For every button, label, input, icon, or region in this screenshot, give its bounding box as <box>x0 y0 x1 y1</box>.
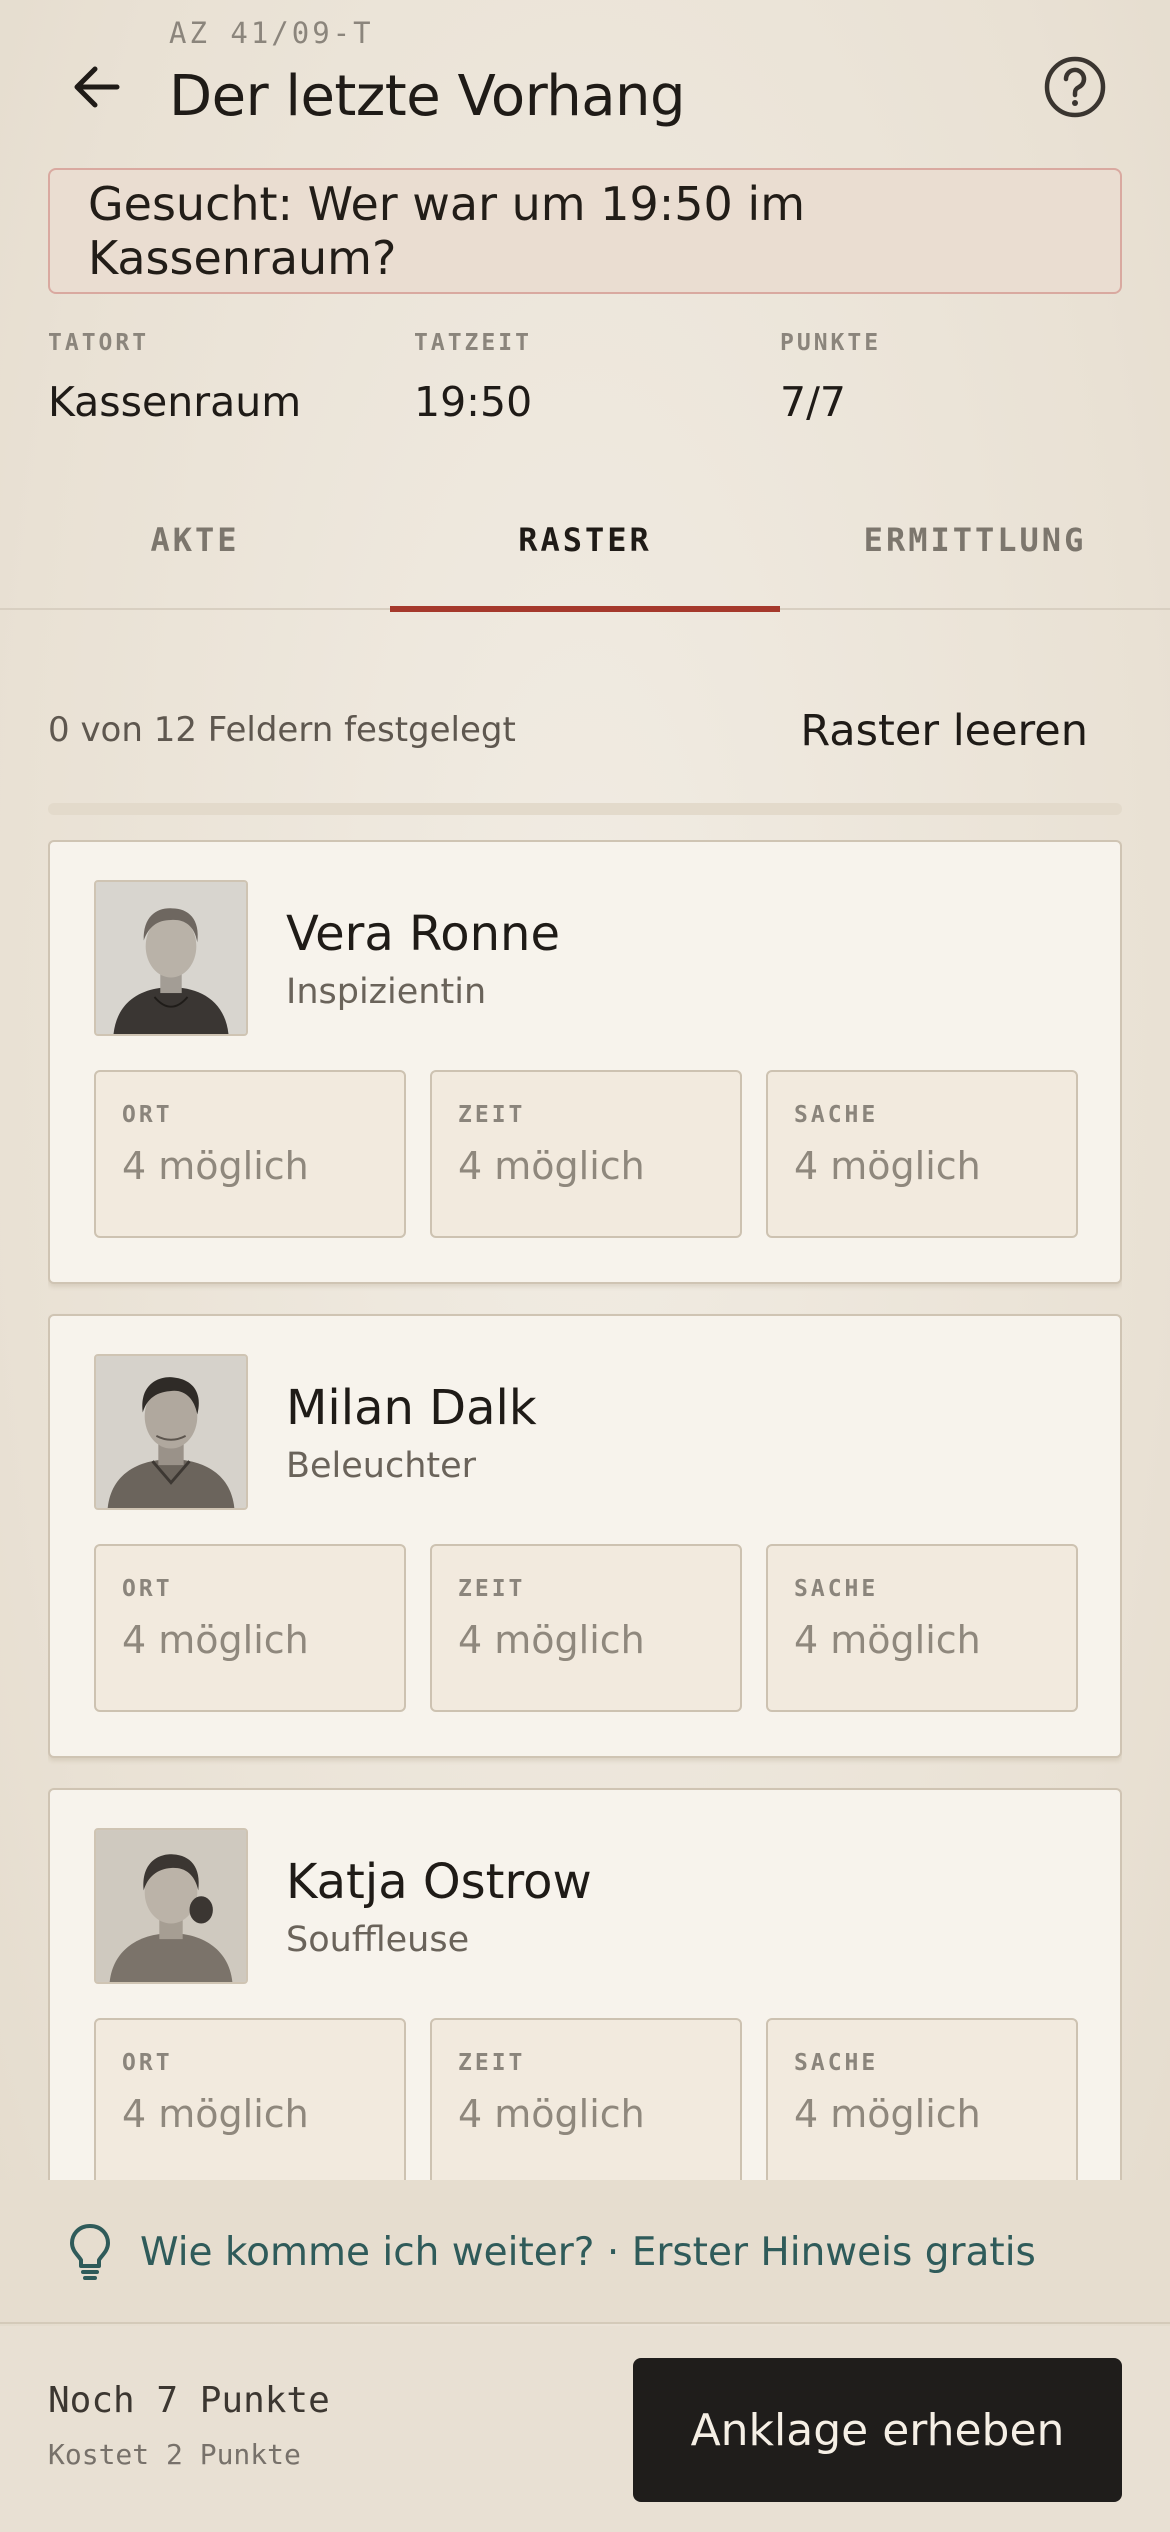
suspect-role: Souffleuse <box>286 1920 470 1960</box>
field-label: SACHE <box>794 2050 879 2076</box>
field-label: SACHE <box>794 1576 879 1602</box>
field-ort[interactable]: ORT 4 möglich <box>94 1070 406 1238</box>
field-label: ZEIT <box>458 2050 526 2076</box>
field-ort[interactable]: ORT 4 möglich <box>94 1544 406 1712</box>
field-value: 4 möglich <box>458 2092 645 2136</box>
field-label: ORT <box>122 2050 173 2076</box>
stat-label: PUNKTE <box>780 330 882 356</box>
field-value: 4 möglich <box>794 2092 981 2136</box>
field-zeit[interactable]: ZEIT 4 möglich <box>430 1070 742 1238</box>
field-value: 4 möglich <box>794 1144 981 1188</box>
suspect-card[interactable]: Milan Dalk Beleuchter ORT 4 möglich ZEIT… <box>48 1314 1122 1758</box>
wanted-text: Gesucht: Wer war um 19:50 im Kassenraum? <box>88 177 805 285</box>
field-label: SACHE <box>794 1102 879 1128</box>
hint-bar[interactable]: Wie komme ich weiter? · Erster Hinweis g… <box>0 2180 1170 2324</box>
stat-value: 7/7 <box>780 378 846 426</box>
stat-value: Kassenraum <box>48 378 302 426</box>
question-circle-icon <box>1044 56 1106 118</box>
hint-text[interactable]: Wie komme ich weiter? · Erster Hinweis g… <box>140 2230 1036 2275</box>
accusation-cost: Kostet 2 Punkte <box>48 2438 301 2471</box>
field-sache[interactable]: SACHE 4 möglich <box>766 2018 1078 2180</box>
field-label: ZEIT <box>458 1576 526 1602</box>
help-button[interactable] <box>1040 52 1110 122</box>
tab-bar: AKTE RASTER ERMITTLUNG <box>0 470 1170 612</box>
case-stats: TATORT Kassenraum TATZEIT 19:50 PUNKTE 7… <box>48 330 1122 440</box>
grid-progress-text: 0 von 12 Feldern festgelegt <box>48 710 516 750</box>
lightbulb-icon <box>70 2224 110 2280</box>
field-value: 4 möglich <box>458 1144 645 1188</box>
accuse-button[interactable]: Anklage erheben <box>633 2358 1122 2502</box>
field-label: ORT <box>122 1102 173 1128</box>
field-value: 4 möglich <box>122 2092 309 2136</box>
field-value: 4 möglich <box>458 1618 645 1662</box>
suspect-role: Inspizientin <box>286 972 487 1012</box>
suspect-card[interactable]: Vera Ronne Inspizientin ORT 4 möglich ZE… <box>48 840 1122 1284</box>
suspect-name: Vera Ronne <box>286 906 560 962</box>
stat-crime-time: TATZEIT 19:50 <box>414 330 532 426</box>
suspect-portrait <box>94 880 248 1036</box>
field-value: 4 möglich <box>122 1618 309 1662</box>
field-value: 4 möglich <box>122 1144 309 1188</box>
bottom-bar: Noch 7 Punkte Kostet 2 Punkte Anklage er… <box>0 2326 1170 2532</box>
tab-raster[interactable]: RASTER <box>390 470 780 612</box>
stat-crime-scene: TATORT Kassenraum <box>48 330 301 426</box>
field-ort[interactable]: ORT 4 möglich <box>94 2018 406 2180</box>
field-zeit[interactable]: ZEIT 4 möglich <box>430 2018 742 2180</box>
field-label: ORT <box>122 1576 173 1602</box>
clear-grid-button[interactable]: Raster leeren <box>800 706 1088 756</box>
tab-akte[interactable]: AKTE <box>0 470 390 610</box>
points-remaining: Noch 7 Punkte <box>48 2380 330 2421</box>
tab-ermittlung[interactable]: ERMITTLUNG <box>780 470 1170 610</box>
suspect-name: Katja Ostrow <box>286 1854 592 1910</box>
stat-points: PUNKTE 7/7 <box>780 330 881 426</box>
screen: AZ 41/09-T Der letzte Vorhang Gesucht: W… <box>0 0 1170 2532</box>
suspect-name: Milan Dalk <box>286 1380 537 1436</box>
wanted-banner: Gesucht: Wer war um 19:50 im Kassenraum? <box>48 168 1122 294</box>
grid-progress-bar <box>48 803 1122 815</box>
stat-label: TATORT <box>48 330 150 356</box>
page-title: Der letzte Vorhang <box>169 64 686 129</box>
suspect-list[interactable]: Vera Ronne Inspizientin ORT 4 möglich ZE… <box>48 840 1122 2180</box>
suspect-portrait <box>94 1354 248 1510</box>
field-sache[interactable]: SACHE 4 möglich <box>766 1070 1078 1238</box>
arrow-left-icon <box>74 66 120 108</box>
suspect-card[interactable]: Katja Ostrow Souffleuse ORT 4 möglich ZE… <box>48 1788 1122 2180</box>
suspect-role: Beleuchter <box>286 1446 477 1486</box>
field-value: 4 möglich <box>794 1618 981 1662</box>
suspect-portrait <box>94 1828 248 1984</box>
field-zeit[interactable]: ZEIT 4 möglich <box>430 1544 742 1712</box>
field-sache[interactable]: SACHE 4 möglich <box>766 1544 1078 1712</box>
stat-value: 19:50 <box>414 378 533 426</box>
back-button[interactable] <box>62 52 132 122</box>
field-label: ZEIT <box>458 1102 526 1128</box>
case-number: AZ 41/09-T <box>169 16 374 50</box>
stat-label: TATZEIT <box>414 330 532 356</box>
